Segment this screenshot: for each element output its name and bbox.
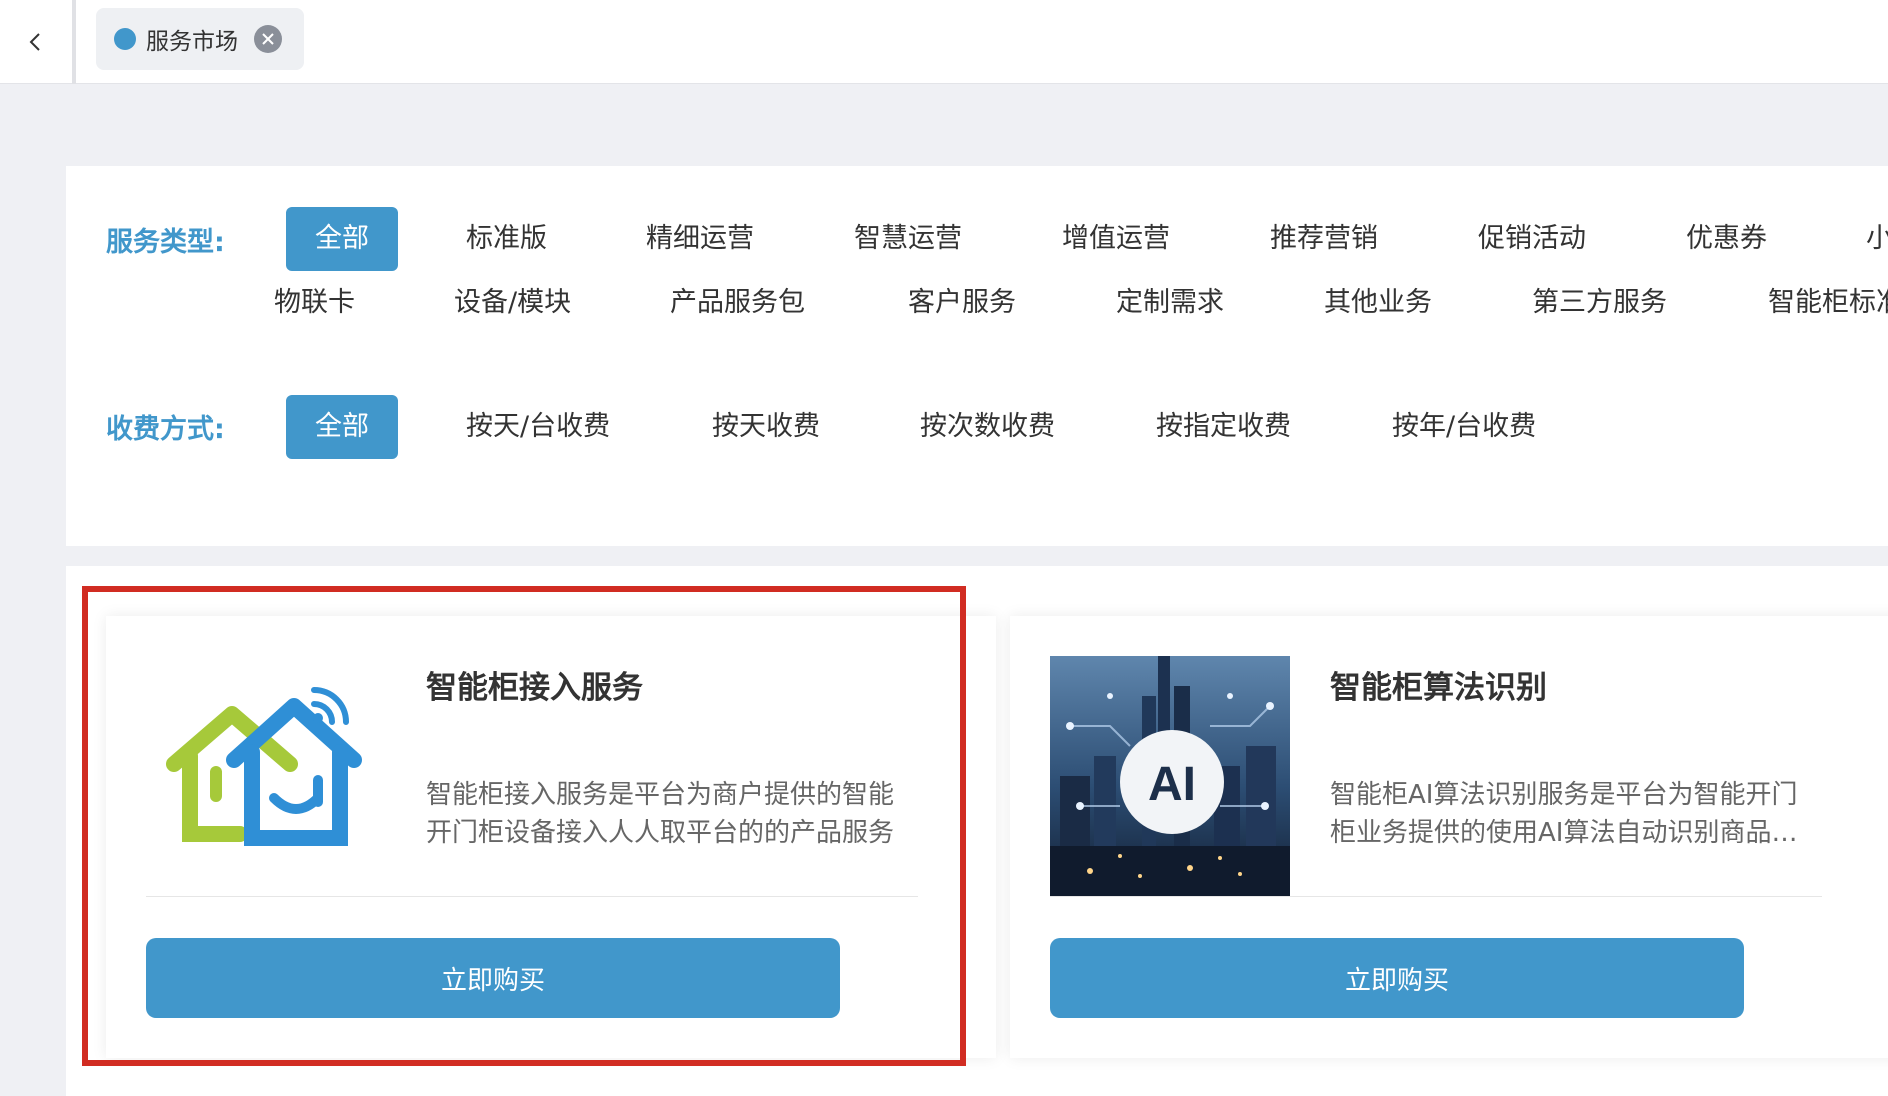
close-icon[interactable]: [254, 25, 282, 53]
buy-now-button[interactable]: 立即购买: [1050, 938, 1744, 1018]
service-type-chip-promotion[interactable]: 促销活动: [1478, 207, 1586, 271]
product-title: 智能柜接入服务: [426, 670, 643, 706]
service-type-chip-product-pack[interactable]: 产品服务包: [670, 271, 805, 335]
billing-chip-per-use[interactable]: 按次数收费: [920, 395, 1055, 459]
billing-chip-per-day[interactable]: 按天收费: [712, 395, 820, 459]
service-type-chip-iot-card[interactable]: 物联卡: [274, 271, 355, 335]
card-divider: [146, 896, 918, 897]
product-card-smart-cabinet-access[interactable]: 智能柜接入服务 智能柜接入服务是平台为商户提供的智能开门柜设备接入人人取平台的的…: [106, 616, 996, 1058]
service-type-chip-device-module[interactable]: 设备/模块: [454, 271, 571, 335]
chevron-left-icon: [29, 33, 40, 51]
product-title: 智能柜算法识别: [1330, 670, 1547, 706]
billing-chip-all[interactable]: 全部: [286, 395, 398, 459]
svg-text:AI: AI: [1148, 758, 1196, 811]
billing-chip-per-day-device[interactable]: 按天/台收费: [466, 395, 610, 459]
tab-service-market[interactable]: 服务市场: [96, 8, 304, 70]
service-type-chip-coupon[interactable]: 优惠券: [1686, 207, 1767, 271]
top-bar: 服务市场: [0, 0, 1888, 84]
service-type-chip-truncated[interactable]: 小: [1866, 207, 1888, 271]
ai-city-image: AI: [1050, 656, 1290, 896]
tab-label: 服务市场: [146, 29, 238, 55]
smart-home-icon: [166, 687, 362, 846]
service-type-chip-all[interactable]: 全部: [286, 207, 398, 271]
tab-status-dot: [114, 28, 136, 50]
service-type-chip-standard[interactable]: 标准版: [466, 207, 547, 271]
service-type-chip-recommend[interactable]: 推荐营销: [1270, 207, 1378, 271]
billing-chip-per-year-device[interactable]: 按年/台收费: [1392, 395, 1536, 459]
billing-chip-specified[interactable]: 按指定收费: [1156, 395, 1291, 459]
product-list: 智能柜接入服务 智能柜接入服务是平台为商户提供的智能开门柜设备接入人人取平台的的…: [66, 566, 1888, 1096]
back-button[interactable]: [0, 0, 76, 84]
service-type-chip-other[interactable]: 其他业务: [1324, 271, 1432, 335]
service-type-chip-customer-service[interactable]: 客户服务: [908, 271, 1016, 335]
card-divider: [1050, 896, 1822, 897]
product-card-smart-cabinet-ai[interactable]: AI 智能柜算法识别 智能柜AI算法识别服务是平台为智能开门柜业务提供的使用AI…: [1010, 616, 1888, 1058]
product-description: 智能柜接入服务是平台为商户提供的智能开门柜设备接入人人取平台的的产品服务: [426, 780, 895, 848]
buy-now-button[interactable]: 立即购买: [146, 938, 840, 1018]
product-description: 智能柜AI算法识别服务是平台为智能开门柜业务提供的使用AI算法自动识别商品的服务: [1330, 780, 1798, 848]
filter-panel: 服务类型: 全部 标准版 精细运营 智慧运营 增值运营 推荐营销 促销活动 优惠…: [66, 166, 1888, 546]
service-type-chip-custom[interactable]: 定制需求: [1116, 271, 1224, 335]
service-type-label: 服务类型:: [106, 227, 225, 258]
service-type-chip-smart-ops[interactable]: 智慧运营: [854, 207, 962, 271]
billing-method-label: 收费方式:: [106, 414, 225, 445]
service-type-chip-smart-cabinet[interactable]: 智能柜标准: [1768, 271, 1888, 335]
service-type-chip-fine-ops[interactable]: 精细运营: [646, 207, 754, 271]
service-type-chip-third-party[interactable]: 第三方服务: [1532, 271, 1667, 335]
service-type-chip-value-ops[interactable]: 增值运营: [1062, 207, 1170, 271]
